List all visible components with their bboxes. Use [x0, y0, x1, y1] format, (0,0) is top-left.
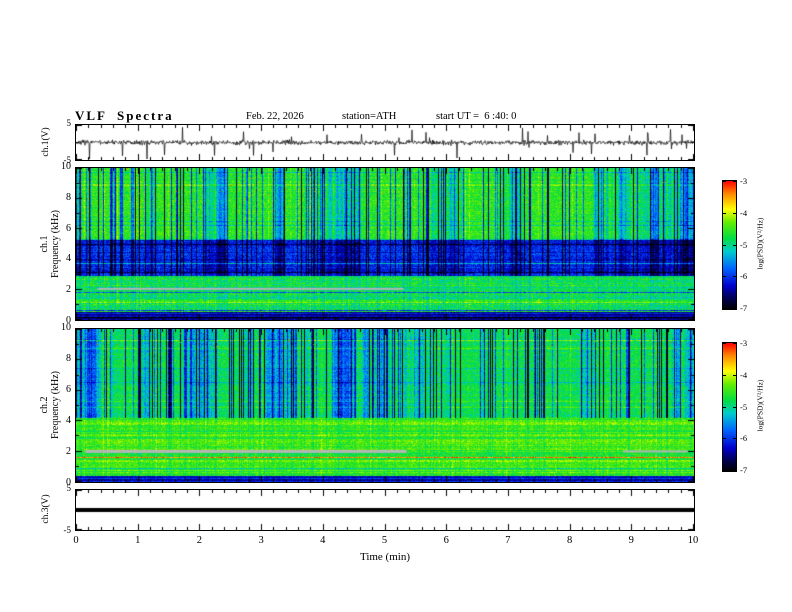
x-tick-label: 10: [687, 535, 699, 546]
colorbar-tick: [723, 308, 726, 309]
colorbar-tick: [723, 245, 726, 246]
y-tick-label: 5: [66, 483, 72, 493]
ch3-waveform-canvas: [76, 490, 694, 530]
x-tick-label: 1: [135, 535, 141, 546]
vlf-spectra-figure: VLF Spectra Feb. 22, 2026 station=ATH st…: [0, 0, 792, 612]
colorbar-ch1-label: log(PSD)(V²/Hz): [755, 217, 765, 270]
colorbar-tick-label: -5: [740, 402, 748, 412]
ch1-waveform-panel: [75, 124, 695, 161]
x-tick-label: 2: [196, 535, 203, 546]
x-tick-label: 4: [320, 535, 326, 546]
colorbar-tick: [733, 407, 736, 408]
y-tick-label: -5: [63, 525, 72, 535]
y-tick-label: 8: [66, 353, 71, 364]
y-tick-label: 10: [61, 322, 71, 333]
time-axis-label: Time (min): [359, 551, 410, 563]
x-tick-label: 8: [566, 535, 573, 546]
x-tick-label: 9: [628, 535, 634, 546]
y-tick-label: 6: [66, 222, 71, 234]
ch3-waveform-panel: [75, 489, 695, 531]
colorbar-tick: [723, 343, 726, 344]
y-tick-label: 8: [66, 191, 71, 203]
colorbar-tick: [723, 407, 726, 408]
colorbar-tick: [723, 470, 726, 471]
colorbar-ch1: [722, 180, 737, 310]
x-tick-label: 0: [73, 535, 79, 546]
ch2-spectrogram-panel: [75, 328, 695, 483]
y-tick-label: 10: [61, 161, 71, 172]
colorbar-tick-label: -6: [740, 433, 748, 443]
colorbar-ch2: [722, 342, 737, 472]
ch1-spectrogram-canvas: [76, 168, 694, 320]
figure-date: Feb. 22, 2026: [246, 111, 304, 122]
x-tick-label: 3: [258, 535, 264, 546]
colorbar-tick-label: -3: [740, 176, 748, 186]
y-tick-label: 5: [66, 118, 72, 128]
x-tick-label: 7: [505, 535, 511, 546]
colorbar-tick-label: -7: [740, 303, 748, 313]
colorbar-tick: [723, 276, 726, 277]
colorbar-tick: [723, 438, 726, 439]
y-tick-label: 2: [66, 446, 71, 457]
x-tick-label: 5: [381, 535, 388, 546]
colorbar-ch2-label: log(PSD)(V²/Hz): [755, 379, 765, 432]
colorbar-tick: [733, 375, 736, 376]
figure-start-ut: start UT = 6 :40: 0: [436, 111, 517, 122]
colorbar-tick: [723, 213, 726, 214]
colorbar-tick-label: -4: [740, 370, 748, 380]
ch1-waveform-canvas: [76, 125, 694, 160]
colorbar-tick: [733, 343, 736, 344]
y-tick-label: 4: [66, 253, 71, 265]
colorbar-tick-label: -5: [740, 240, 748, 250]
colorbar-tick: [733, 213, 736, 214]
colorbar-tick: [723, 375, 726, 376]
colorbar-tick: [733, 308, 736, 309]
colorbar-tick-label: -7: [740, 465, 748, 475]
ch1-spectrogram-panel: [75, 167, 695, 321]
ch2-spectrogram-canvas: [76, 329, 694, 482]
figure-title: VLF Spectra: [75, 108, 174, 123]
y-tick-label: 2: [66, 284, 71, 296]
colorbar-tick: [733, 470, 736, 471]
colorbar-tick-label: -3: [740, 338, 748, 348]
colorbar-tick: [733, 181, 736, 182]
colorbar-tick: [733, 438, 736, 439]
x-tick-label: 6: [443, 535, 449, 546]
colorbar-tick: [733, 276, 736, 277]
colorbar-tick-label: -4: [740, 208, 748, 218]
y-tick-label: 6: [66, 384, 71, 395]
colorbar-tick: [723, 181, 726, 182]
figure-station: station=ATH: [342, 111, 397, 122]
y-tick-label: 4: [66, 415, 71, 426]
colorbar-tick-label: -6: [740, 271, 748, 281]
colorbar-tick: [733, 245, 736, 246]
